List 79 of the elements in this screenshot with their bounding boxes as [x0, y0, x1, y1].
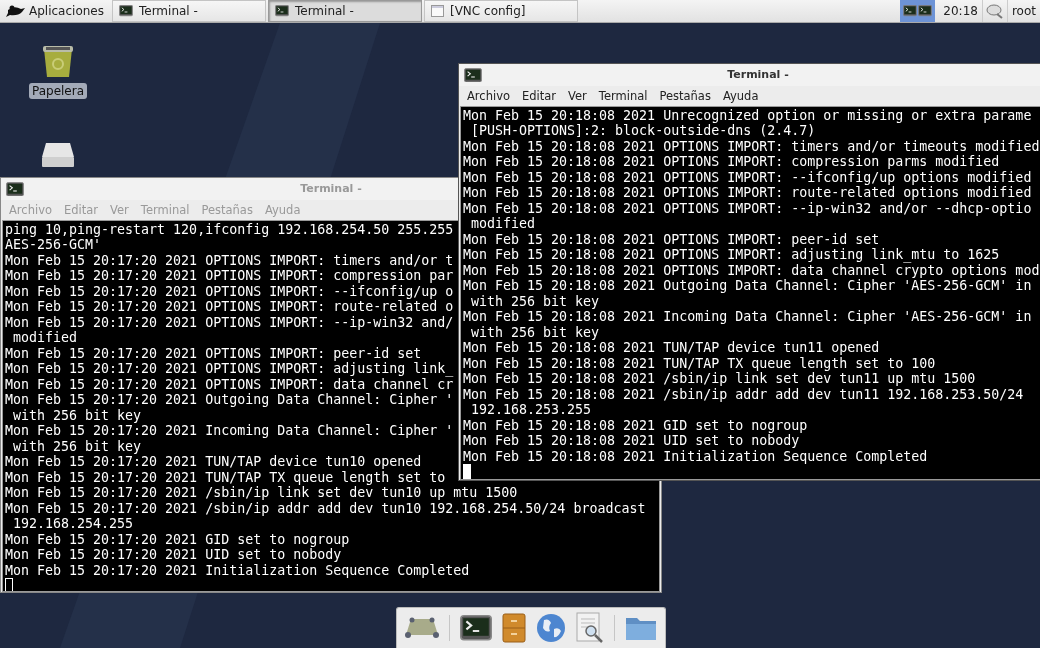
terminal-line: Mon Feb 15 20:17:20 2021 TUN/TAP TX queue length set to — [5, 469, 446, 485]
file-cabinet-icon[interactable] — [502, 613, 526, 643]
terminal-line: Mon Feb 15 20:17:20 2021 OPTIONS IMPORT: timers and/or t — [5, 252, 454, 268]
menu-item[interactable]: Pestañas — [653, 88, 717, 103]
terminal-line: [PUSH-OPTIONS]:2: block-outside-dns (2.4.7) — [470, 123, 816, 139]
terminal-line: with 256 bit key — [470, 293, 600, 309]
terminal-line: modified — [470, 216, 536, 232]
user-name: root — [1010, 3, 1037, 20]
terminal-line: Mon Feb 15 20:17:20 2021 GID set to nogroup — [5, 531, 350, 547]
terminal-line: Mon Feb 15 20:18:08 2021 Outgoing Data Channel: Cipher 'AES-256-GCM' in — [463, 278, 1032, 294]
icon-label[interactable]: Papelera — [28, 83, 88, 99]
window-title: Terminal - — [300, 182, 362, 196]
terminal-line: Mon Feb 15 20:18:08 2021 OPTIONS IMPORT: adjusting link_mtu to 1625 — [463, 247, 1000, 263]
terminal-line: with 256 bit key — [12, 407, 142, 423]
terminal-line: Mon Feb 15 20:17:20 2021 OPTIONS IMPORT: route-related o — [5, 299, 454, 315]
terminal-icon — [903, 5, 918, 17]
folder-icon[interactable] — [625, 615, 657, 641]
terminal-line: Mon Feb 15 20:18:08 2021 OPTIONS IMPORT: compression parms modified — [463, 154, 1000, 170]
applications-menu[interactable]: Aplicaciones — [0, 0, 110, 22]
terminal-line: Mon Feb 15 20:18:08 2021 OPTIONS IMPORT: timers and/or timeouts modified — [463, 138, 1040, 154]
terminal-line: Mon Feb 15 20:17:20 2021 /sbin/ip link set dev tun10 up mtu 1500 — [5, 485, 518, 501]
workspace-pager[interactable] — [900, 0, 936, 22]
terminal-line: Mon Feb 15 20:17:20 2021 OPTIONS IMPORT: --ifconfig/up o — [5, 283, 454, 299]
terminal-line: Mon Feb 15 20:17:20 2021 UID set to nobody — [5, 547, 342, 563]
terminal-line: Mon Feb 15 20:18:08 2021 Unrecognized option or missing or extra parame — [463, 107, 1032, 123]
terminal-line: Mon Feb 15 20:18:08 2021 Initialization Sequence Completed — [463, 448, 928, 464]
terminal-line: Mon Feb 15 20:18:08 2021 OPTIONS IMPORT: data channel crypto options mod — [463, 262, 1040, 278]
terminal-icon — [464, 67, 482, 83]
search-document-icon[interactable] — [576, 612, 604, 644]
menu-item[interactable]: Terminal — [592, 88, 654, 103]
terminal-line: Mon Feb 15 20:17:20 2021 Incoming Data Channel: Cipher ' — [5, 423, 454, 439]
terminal-line: Mon Feb 15 20:18:08 2021 /sbin/ip link set dev tun11 up mtu 1500 — [463, 371, 976, 387]
terminal-line: Mon Feb 15 20:17:20 2021 TUN/TAP device tun10 opened — [5, 454, 422, 470]
menu-item[interactable]: Archivo — [461, 88, 516, 103]
terminal-icon — [118, 5, 133, 17]
terminal-line: Mon Feb 15 20:18:08 2021 UID set to nobody — [463, 433, 800, 449]
terminal-line: AES-256-GCM' — [5, 237, 102, 253]
terminal-line: Mon Feb 15 20:18:08 2021 OPTIONS IMPORT: peer-id set — [463, 231, 880, 247]
window-icon — [430, 5, 444, 17]
terminal-line: Mon Feb 15 20:18:08 2021 OPTIONS IMPORT: --ip-win32 and/or --dhcp-optio — [463, 200, 1032, 216]
terminal-line: Mon Feb 15 20:18:08 2021 TUN/TAP device tun11 opened — [463, 340, 880, 356]
taskbar-button[interactable]: [VNC config] — [423, 0, 578, 22]
terminal-line: Mon Feb 15 20:17:20 2021 Initialization Sequence Completed — [5, 562, 470, 578]
trash-icon — [40, 43, 76, 79]
terminal-line: Mon Feb 15 20:17:20 2021 OPTIONS IMPORT: peer-id set — [5, 345, 422, 361]
terminal-cursor — [5, 578, 13, 591]
globe-icon[interactable] — [536, 613, 566, 643]
terminal-line: Mon Feb 15 20:17:20 2021 OPTIONS IMPORT: compression par — [5, 268, 454, 284]
window-title: Terminal - — [727, 68, 789, 82]
terminal-line: Mon Feb 15 20:18:08 2021 /sbin/ip addr add dev tun11 192.168.253.50/24 — [463, 386, 1024, 402]
terminal-line: Mon Feb 15 20:17:20 2021 OPTIONS IMPORT: data channel cr — [5, 376, 454, 392]
terminal-line: Mon Feb 15 20:17:20 2021 OPTIONS IMPORT: adjusting link_ — [5, 361, 454, 377]
terminal-line: Mon Feb 15 20:18:08 2021 TUN/TAP TX queue length set to 100 — [463, 355, 936, 371]
drive-icon[interactable] — [405, 617, 439, 639]
terminal-line: Mon Feb 15 20:18:08 2021 OPTIONS IMPORT: route-related options modified — [463, 185, 1032, 201]
terminal-line: with 256 bit key — [470, 324, 600, 340]
terminal-line: Mon Feb 15 20:17:20 2021 /sbin/ip addr add dev tun10 192.168.254.50/24 broadcast — [5, 500, 646, 516]
terminal-line: modified — [12, 330, 78, 346]
menu-item[interactable]: Editar — [516, 88, 563, 103]
terminal-line: Mon Feb 15 20:18:08 2021 GID set to nogroup — [463, 417, 808, 433]
terminal-line: Mon Feb 15 20:18:08 2021 OPTIONS IMPORT: --ifconfig/up options modified — [463, 169, 1032, 185]
terminal-icon — [274, 5, 289, 17]
terminal-line: ping 10,ping-restart 120,ifconfig 192.168.254.50 255.255 — [5, 221, 454, 237]
terminal-line: with 256 bit key — [12, 438, 142, 454]
terminal-icon — [460, 615, 492, 641]
menu-item[interactable]: Ayuda — [716, 88, 765, 103]
terminal-line: Mon Feb 15 20:17:20 2021 Outgoing Data Channel: Cipher ' — [5, 392, 454, 408]
terminal-cursor — [463, 464, 471, 479]
terminal-line: Mon Feb 15 20:18:08 2021 Incoming Data Channel: Cipher 'AES-256-GCM' in — [463, 309, 1032, 325]
terminal-line: 192.168.253.255 — [470, 402, 592, 418]
taskbar-button[interactable]: Terminal - — [267, 0, 422, 22]
terminal-icon — [918, 5, 933, 17]
menu-item[interactable]: Ver — [562, 88, 593, 103]
clock: 20:18 — [942, 3, 979, 20]
taskbar-button[interactable]: Terminal - — [111, 0, 266, 22]
terminal-line: Mon Feb 15 20:17:20 2021 OPTIONS IMPORT: --ip-win32 and/ — [5, 314, 454, 330]
network-icon[interactable] — [985, 3, 1004, 19]
terminal-line: 192.168.254.255 — [12, 516, 134, 532]
terminal-icon — [6, 181, 24, 197]
